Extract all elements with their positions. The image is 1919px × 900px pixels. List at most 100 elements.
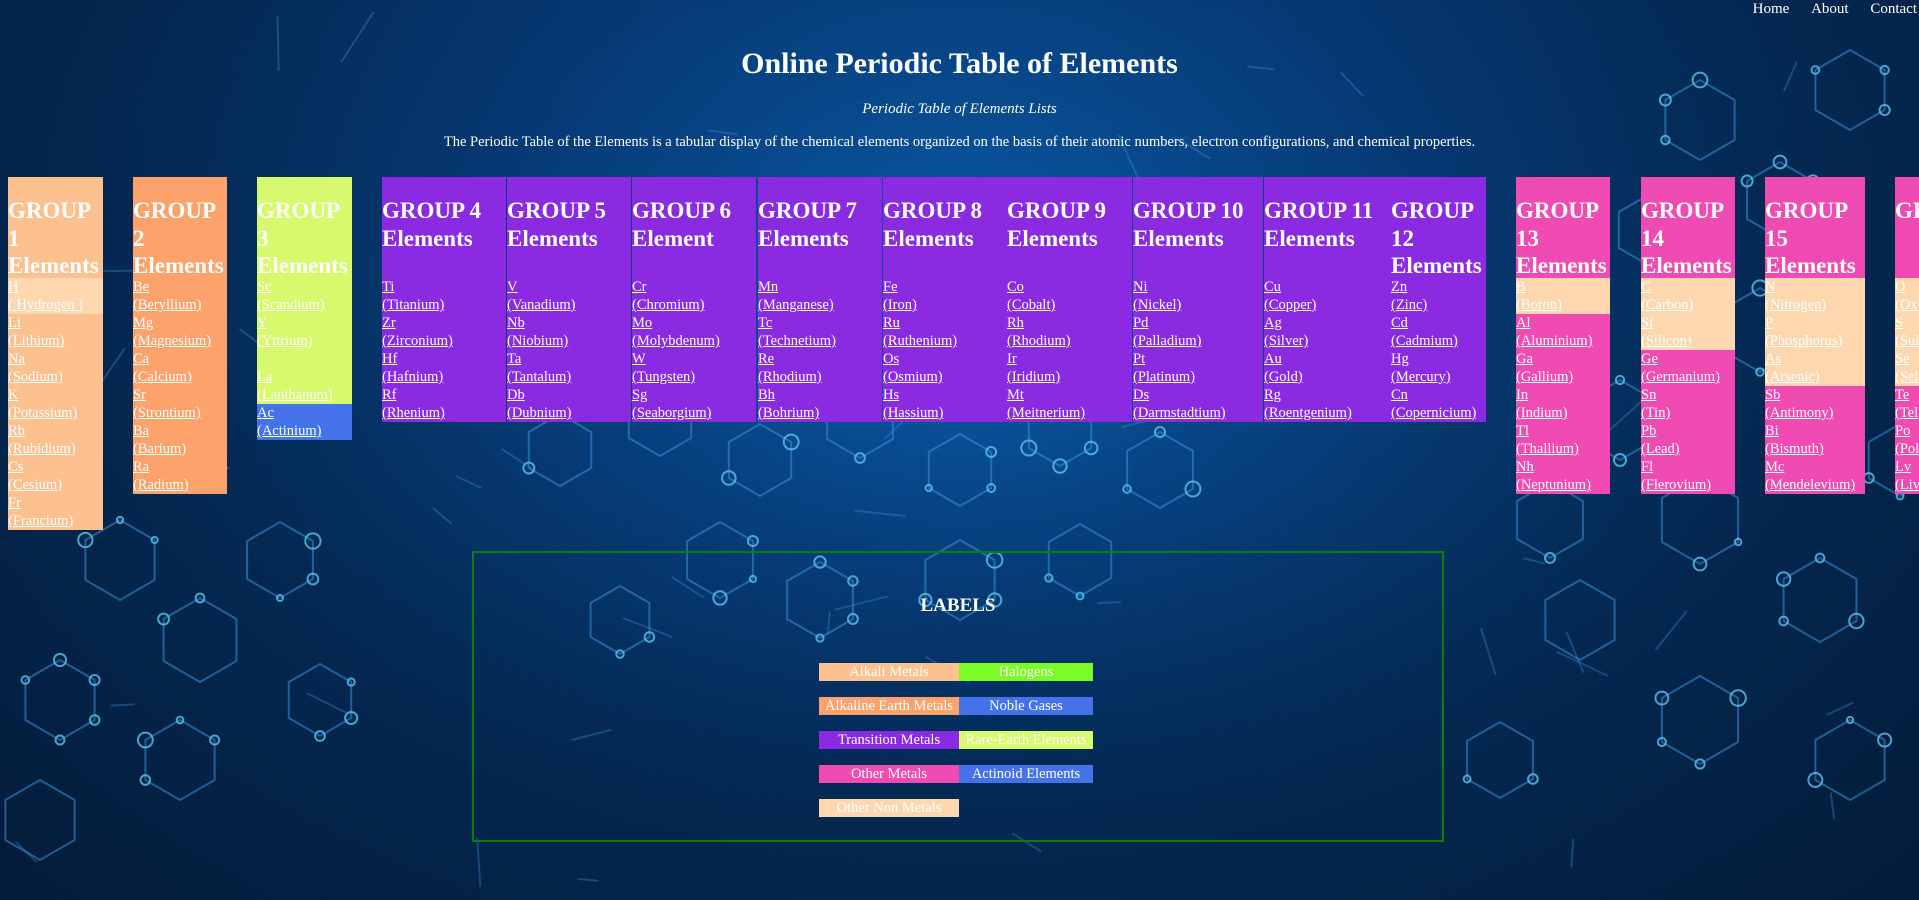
element-name: (Dubnium)	[507, 405, 572, 421]
element-link[interactable]: Al (Aluminium)	[1516, 314, 1610, 350]
element-link[interactable]: Ge (Germanium)	[1641, 350, 1735, 386]
element-link[interactable]: Pd (Palladium)	[1133, 314, 1263, 350]
element-link[interactable]: Nh (Neptunium)	[1516, 458, 1610, 494]
element-symbol: Au	[1264, 351, 1282, 367]
element-link[interactable]: Hf (Hafnium)	[382, 350, 506, 386]
element-link[interactable]: Cs (Cesium)	[8, 458, 103, 494]
element-link[interactable]: Ti (Titanium)	[382, 278, 506, 314]
element-link[interactable]: Sb (Antimony)	[1765, 386, 1865, 422]
element-link[interactable]: Rh (Rhodium)	[1007, 314, 1132, 350]
element-link[interactable]: Cn (Copernicium)	[1391, 386, 1486, 422]
element-name: (Aluminium)	[1516, 333, 1593, 349]
element-link[interactable]: Re (Rhodium)	[758, 350, 882, 386]
element-link[interactable]: Pt (Platinum)	[1133, 350, 1263, 386]
element-name: (Cobalt)	[1007, 297, 1056, 313]
element-link[interactable]: Cd (Cadmium)	[1391, 314, 1486, 350]
element-link[interactable]: Rb (Rubidium)	[8, 422, 103, 458]
element-name: (Rhenium)	[382, 405, 445, 421]
element-link[interactable]: Ir (Iridium)	[1007, 350, 1132, 386]
element-item: Hf (Hafnium)	[382, 350, 506, 386]
element-link[interactable]: Ag (Silver)	[1264, 314, 1395, 350]
element-link[interactable]: Fe (Iron)	[883, 278, 1007, 314]
element-link[interactable]: Os (Osmium)	[883, 350, 1007, 386]
element-link[interactable]: Ga (Gallium)	[1516, 350, 1610, 386]
element-link[interactable]: In (Indium)	[1516, 386, 1610, 422]
element-link[interactable]: S (Sul	[1895, 314, 1919, 350]
element-name: (Bismuth)	[1765, 441, 1824, 457]
element-link[interactable]: Sn (Tin)	[1641, 386, 1735, 422]
element-link[interactable]: O (Ox	[1895, 278, 1919, 314]
nav-contact-link[interactable]: Contact	[1870, 1, 1917, 17]
element-link[interactable]: Hs (Hassium)	[883, 386, 1007, 422]
element-link[interactable]: V (Vanadium)	[507, 278, 631, 314]
element-name: (Silver)	[1264, 333, 1309, 349]
element-link[interactable]: Zn (Zinc)	[1391, 278, 1486, 314]
element-link[interactable]: Mn (Manganese)	[758, 278, 882, 314]
element-link[interactable]: Tl (Thallium)	[1516, 422, 1610, 458]
element-link[interactable]: Ta (Tantalum)	[507, 350, 631, 386]
element-link[interactable]: Tc (Technetium)	[758, 314, 882, 350]
element-link[interactable]: Mg (Magnesium)	[133, 314, 227, 350]
legend-tag: Actinoid Elements	[959, 765, 1093, 783]
element-link[interactable]: Cr (Chromium)	[632, 278, 756, 314]
element-link[interactable]: Ni (Nickel)	[1133, 278, 1263, 314]
element-symbol: S	[1895, 315, 1904, 331]
element-link[interactable]: Se (Sel	[1895, 350, 1919, 386]
element-item: Zn (Zinc)	[1391, 278, 1486, 314]
element-symbol: Bh	[758, 387, 775, 403]
element-item: Be (Beryllium)	[133, 278, 227, 314]
element-link[interactable]: Li (Lithium)	[8, 314, 103, 350]
element-link[interactable]: Mo (Molybdenum)	[632, 314, 756, 350]
element-link[interactable]: Hg (Mercury)	[1391, 350, 1486, 386]
element-link[interactable]: Au (Gold)	[1264, 350, 1395, 386]
element-symbol: Ds	[1133, 387, 1150, 403]
element-link[interactable]: C (Carbon)	[1641, 278, 1735, 314]
element-link[interactable]: Lv (Liv	[1895, 458, 1919, 494]
element-link[interactable]: P (Phosphorus)	[1765, 314, 1865, 350]
element-link[interactable]: Mc (Mendelevium)	[1765, 458, 1865, 494]
element-link[interactable]: Po (Pol	[1895, 422, 1919, 458]
element-link[interactable]: Sc (Scandium)	[257, 278, 352, 314]
element-link[interactable]: Bh (Bohrium)	[758, 386, 882, 422]
element-link[interactable]: Rg (Roentgenium)	[1264, 386, 1395, 422]
element-link[interactable]: Y (Yttrium)	[257, 314, 352, 350]
element-name: (Calcium)	[133, 369, 192, 385]
element-link[interactable]: Bi (Bismuth)	[1765, 422, 1865, 458]
element-link[interactable]: Zr (Zirconium)	[382, 314, 506, 350]
element-link[interactable]: Fl (Flerovium)	[1641, 458, 1735, 494]
element-link[interactable]: Te (Tel	[1895, 386, 1919, 422]
element-link[interactable]: Pb (Lead)	[1641, 422, 1735, 458]
nav-about-link[interactable]: About	[1811, 1, 1849, 17]
element-name: (Sodium)	[8, 369, 63, 385]
element-link[interactable]: H ( Hydrogen )	[8, 278, 103, 314]
element-link[interactable]: Nb (Niobium)	[507, 314, 631, 350]
element-symbol: Sr	[133, 387, 146, 403]
element-link[interactable]: Sr (Strontium)	[133, 386, 227, 422]
element-link[interactable]: La (Lanthanum)	[257, 368, 352, 404]
element-link[interactable]: W (Tungsten)	[632, 350, 756, 386]
element-link[interactable]: Si (Silicon)	[1641, 314, 1735, 350]
element-link[interactable]: K (Potassium)	[8, 386, 103, 422]
element-link[interactable]: Db (Dubnium)	[507, 386, 631, 422]
element-link[interactable]: Sg (Seaborgium)	[632, 386, 756, 422]
element-link[interactable]: Ca (Calcium)	[133, 350, 227, 386]
element-link[interactable]: Ba (Barium)	[133, 422, 227, 458]
element-link[interactable]: As (Arsenic)	[1765, 350, 1865, 386]
element-link[interactable]: Ds (Darmstadtium)	[1133, 386, 1263, 422]
element-link[interactable]: Na (Sodium)	[8, 350, 103, 386]
group-column: GROUP 5 Elements V (Vanadium) Nb (Niobium) Ta…	[507, 177, 631, 422]
element-link[interactable]: Mt (Meitnerium)	[1007, 386, 1132, 422]
element-link[interactable]: Be (Beryllium)	[133, 278, 227, 314]
element-link[interactable]: Co (Cobalt)	[1007, 278, 1132, 314]
element-link[interactable]: Fr (Francium)	[8, 494, 103, 530]
element-link[interactable]: Ac (Actinium)	[257, 404, 352, 440]
nav-home-link[interactable]: Home	[1753, 1, 1790, 17]
element-link[interactable]: Cu (Copper)	[1264, 278, 1395, 314]
element-link[interactable]: B (Boron)	[1516, 278, 1610, 314]
element-link[interactable]: Ru (Ruthenium)	[883, 314, 1007, 350]
element-link[interactable]: N (Nitrogen)	[1765, 278, 1865, 314]
element-link[interactable]: Rf (Rhenium)	[382, 386, 506, 422]
element-list: N (Nitrogen) P (Phosphorus) As (Arsenic) Sb (An…	[1765, 278, 1865, 494]
element-item: Mc (Mendelevium)	[1765, 458, 1865, 494]
element-link[interactable]: Ra (Radium)	[133, 458, 227, 494]
